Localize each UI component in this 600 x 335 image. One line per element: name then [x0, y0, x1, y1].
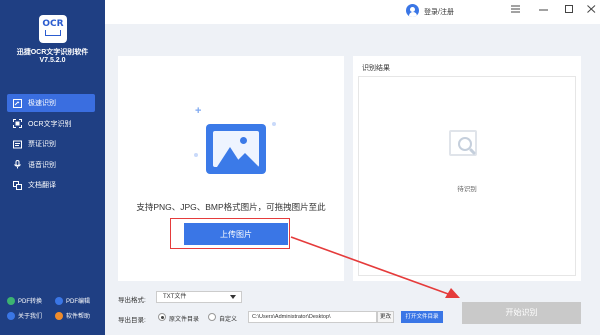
- export-format-select[interactable]: TXT文件: [156, 291, 242, 303]
- export-format-value: TXT文件: [163, 294, 187, 300]
- ticket-icon: [13, 140, 22, 149]
- chevron-down-icon: [230, 295, 236, 299]
- supported-formats-text: 支持PNG、JPG、BMP格式图片，可拖拽图片至此: [136, 202, 326, 212]
- login-register-link[interactable]: 登录/注册: [424, 7, 454, 17]
- radio-custom-dir[interactable]: [208, 313, 216, 321]
- help-icon: [55, 311, 63, 320]
- menu-icon[interactable]: [509, 5, 521, 15]
- pdf-edit-icon: [55, 296, 63, 305]
- about-icon: [7, 311, 15, 320]
- sidebar-item-label: 文档翻译: [28, 182, 56, 189]
- sidebar-nav: 极速识别 OCR文字识别 票证识别 语音识别 文档翻译: [7, 94, 95, 197]
- result-title: 识别结果: [362, 65, 390, 72]
- sidebar: OCR 迅捷OCR文字识别软件 V7.5.2.0 极速识别 OCR文字识别 票证…: [0, 0, 105, 335]
- logo-text: OCR: [42, 19, 64, 29]
- sidebar-item-ocr[interactable]: OCR文字识别: [7, 115, 95, 133]
- pdf-edit-link[interactable]: PDF编辑: [55, 296, 103, 305]
- user-avatar-icon[interactable]: [406, 4, 419, 17]
- export-format-label: 导出格式:: [118, 297, 146, 304]
- app-title: 迅捷OCR文字识别软件: [16, 49, 89, 56]
- export-path-field[interactable]: C:\Users\Administrator\Desktop\: [248, 311, 377, 323]
- radio-custom-dir-label: 自定义: [219, 317, 238, 323]
- sidebar-item-translate[interactable]: 文档翻译: [7, 176, 95, 194]
- microphone-icon: [13, 160, 22, 169]
- translate-icon: [13, 180, 22, 190]
- link-label: PDF转换: [18, 299, 43, 305]
- link-label: PDF编辑: [66, 299, 91, 305]
- open-folder-button[interactable]: 打开文件目录: [401, 311, 443, 323]
- sidebar-item-label: OCR文字识别: [28, 120, 72, 128]
- plus-icon: +: [195, 105, 202, 117]
- logo-bracket: [45, 30, 61, 36]
- minimize-icon[interactable]: [537, 5, 549, 15]
- link-label: 软件帮助: [66, 314, 91, 320]
- quick-scan-icon: [13, 98, 22, 108]
- sidebar-bottom-links: PDF转换 PDF编辑 关于我们 软件帮助: [7, 296, 102, 320]
- result-content-area: [358, 76, 576, 276]
- sidebar-item-label: 语音识别: [28, 161, 56, 169]
- sidebar-item-label: 票证识别: [28, 141, 56, 148]
- magnifier-image-icon: [449, 128, 487, 164]
- link-label: 关于我们: [18, 314, 43, 320]
- sidebar-item-voice[interactable]: 语音识别: [7, 156, 95, 174]
- help-link[interactable]: 软件帮助: [55, 311, 103, 320]
- sidebar-item-ticket[interactable]: 票证识别: [7, 135, 95, 153]
- about-link[interactable]: 关于我们: [7, 311, 55, 320]
- waiting-status: 待识别: [457, 186, 477, 193]
- radio-source-dir[interactable]: [158, 313, 166, 321]
- image-placeholder-icon: [206, 124, 266, 174]
- result-panel: 识别结果 待识别: [353, 56, 581, 281]
- decor-dot: [272, 122, 276, 126]
- start-recognize-button[interactable]: 开始识别: [462, 302, 581, 324]
- close-icon[interactable]: [585, 5, 597, 15]
- decor-dot: [194, 153, 198, 157]
- highlight-box: [170, 218, 290, 249]
- app-version: V7.5.2.0: [39, 57, 66, 64]
- scan-frame-icon: [13, 119, 22, 128]
- maximize-icon[interactable]: [563, 5, 575, 15]
- sidebar-item-label: 极速识别: [28, 100, 56, 107]
- pdf-convert-icon: [7, 296, 15, 305]
- pdf-convert-link[interactable]: PDF转换: [7, 296, 55, 305]
- top-bar: 登录/注册: [105, 0, 600, 24]
- app-logo: OCR: [39, 15, 67, 43]
- sidebar-item-quick-recognize[interactable]: 极速识别: [7, 94, 95, 112]
- radio-source-dir-label: 原文件目录: [169, 317, 200, 323]
- change-dir-button[interactable]: 更改: [377, 311, 394, 323]
- export-dir-label: 导出目录:: [118, 317, 146, 324]
